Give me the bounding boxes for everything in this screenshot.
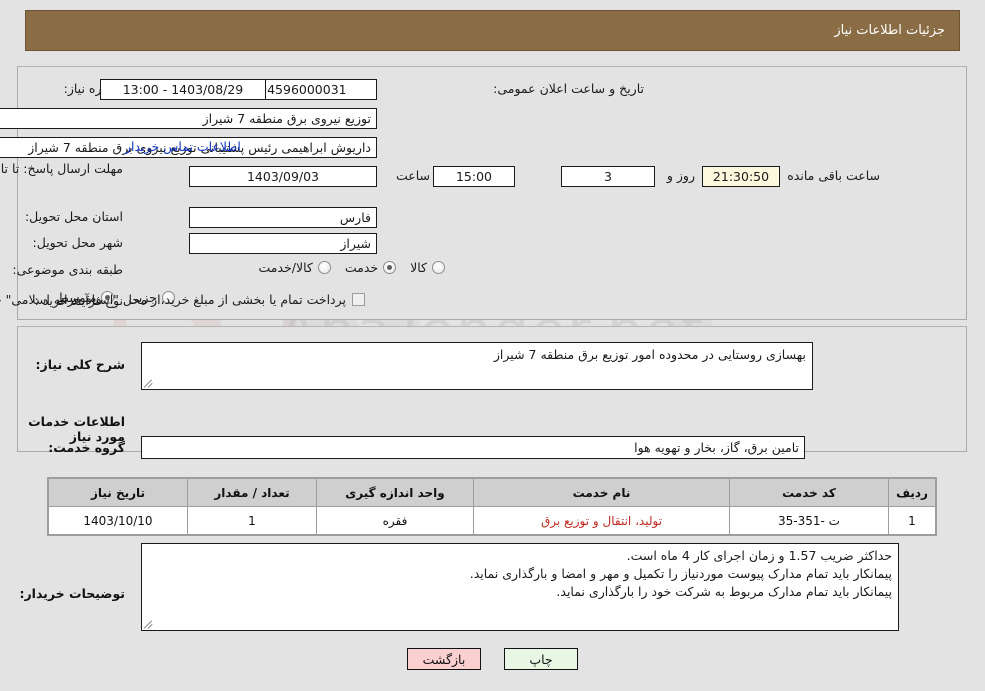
service-group-label: گروه خدمت: [48, 440, 125, 455]
col-quantity: تعداد / مقدار [187, 478, 317, 507]
cell-name: تولید، انتقال و توزیع برق [473, 506, 730, 535]
need-info-panel [17, 66, 967, 320]
col-date: تاریخ نیاز [48, 478, 188, 507]
buyer-notes-line-3: پیمانکار باید تمام مدارک مربوط به شرکت خ… [556, 584, 892, 599]
announce-date-value[interactable]: 1403/08/29 - 13:00 [100, 79, 266, 100]
page-root: AnaTender.net جزئیات اطلاعات نیاز شماره … [0, 0, 985, 691]
deadline-hour-label: ساعت [395, 168, 430, 183]
buyer-notes-label: توضیحات خریدار: [19, 586, 125, 601]
category-label: طبقه بندی موضوعی: [12, 262, 123, 277]
cell-need-date: 1403/10/10 [48, 506, 188, 535]
footer-buttons: بازگشت چاپ [0, 648, 985, 670]
description-value: بهسازی روستایی در محدوده امور توزیع برق … [493, 347, 806, 362]
cell-index: 1 [888, 506, 936, 535]
province-value[interactable]: فارس [189, 207, 377, 228]
buyer-notes-line-1: حداکثر ضریب 1.57 و زمان اجرای کار 4 ماه … [626, 548, 892, 563]
category-radio-kala[interactable] [432, 261, 445, 274]
remaining-time-countdown: 21:30:50 [702, 166, 780, 187]
deadline-label: مهلت ارسال پاسخ: تا تاریخ: [0, 161, 123, 176]
category-group: طبقه بندی موضوعی: [12, 262, 123, 277]
resize-grip-icon [143, 378, 154, 388]
back-button[interactable]: بازگشت [407, 648, 481, 670]
treasury-checkbox-label: پرداخت تمام یا بخشی از مبلغ خرید،از محل … [0, 292, 346, 307]
cell-code: ت -351-35 [729, 506, 889, 535]
category-option-label-0: کالا [410, 260, 427, 275]
deadline-label-group: مهلت ارسال پاسخ: تا تاریخ: [0, 160, 123, 177]
category-radio-khedmat[interactable] [383, 261, 397, 274]
buyer-notes-line-2: پیمانکار باید تمام مدارک پیوست موردنیاز … [469, 566, 892, 581]
page-title: جزئیات اطلاعات نیاز [834, 23, 945, 38]
description-label: شرح کلی نیاز: [35, 357, 125, 372]
deadline-date-value[interactable]: 1403/09/03 [189, 166, 377, 187]
category-radio-kala-khedmat[interactable] [317, 261, 331, 274]
remaining-days-value[interactable]: 3 [561, 166, 655, 187]
buyer-contact-link[interactable]: اطلاعات تماس خریدار [125, 139, 241, 154]
announce-date-group: تاریخ و ساعت اعلان عمومی: [493, 81, 644, 96]
buyer-notes-textarea[interactable]: حداکثر ضریب 1.57 و زمان اجرای کار 4 ماه … [141, 543, 899, 631]
deadline-hour-value[interactable]: 15:00 [433, 166, 515, 187]
category-option-label-2: کالا/خدمت [258, 260, 313, 275]
remaining-days-label: روز و [666, 168, 695, 183]
col-code: کد خدمت [729, 478, 889, 507]
city-label: شهر محل تحویل: [32, 235, 123, 250]
treasury-checkbox-row: پرداخت تمام یا بخشی از مبلغ خرید،از محل … [0, 292, 365, 307]
cell-unit: فقره [316, 506, 474, 535]
description-textarea[interactable]: بهسازی روستایی در محدوده امور توزیع برق … [141, 342, 813, 390]
col-index: ردیف [888, 478, 936, 507]
province-label: استان محل تحویل: [24, 209, 123, 224]
province-group: استان محل تحویل: [25, 209, 123, 224]
category-radio-row: کالا خدمت کالا/خدمت [244, 260, 445, 275]
page-header: جزئیات اطلاعات نیاز [25, 10, 960, 51]
resize-grip-icon [143, 619, 154, 629]
print-button[interactable]: چاپ [504, 648, 578, 670]
table-header-row: ردیف کد خدمت نام خدمت واحد اندازه گیری ت… [48, 478, 936, 507]
table-row[interactable]: 1 ت -351-35 تولید، انتقال و توزیع برق فق… [48, 506, 936, 535]
buyer-value[interactable]: توزیع نیروی برق منطقه 7 شیراز [0, 108, 377, 129]
col-unit: واحد اندازه گیری [316, 478, 474, 507]
city-group: شهر محل تحویل: [33, 235, 123, 250]
treasury-checkbox[interactable] [352, 293, 365, 306]
service-group-value[interactable]: تامین برق، گاز، بخار و تهویه هوا [141, 436, 805, 459]
city-value[interactable]: شیراز [189, 233, 377, 254]
announce-date-label: تاریخ و ساعت اعلان عمومی: [493, 81, 644, 96]
col-name: نام خدمت [473, 478, 730, 507]
services-table: ردیف کد خدمت نام خدمت واحد اندازه گیری ت… [47, 477, 937, 536]
category-option-label-1: خدمت [344, 260, 379, 275]
cell-quantity: 1 [187, 506, 317, 535]
remaining-time-suffix: ساعت باقی مانده [787, 168, 880, 183]
